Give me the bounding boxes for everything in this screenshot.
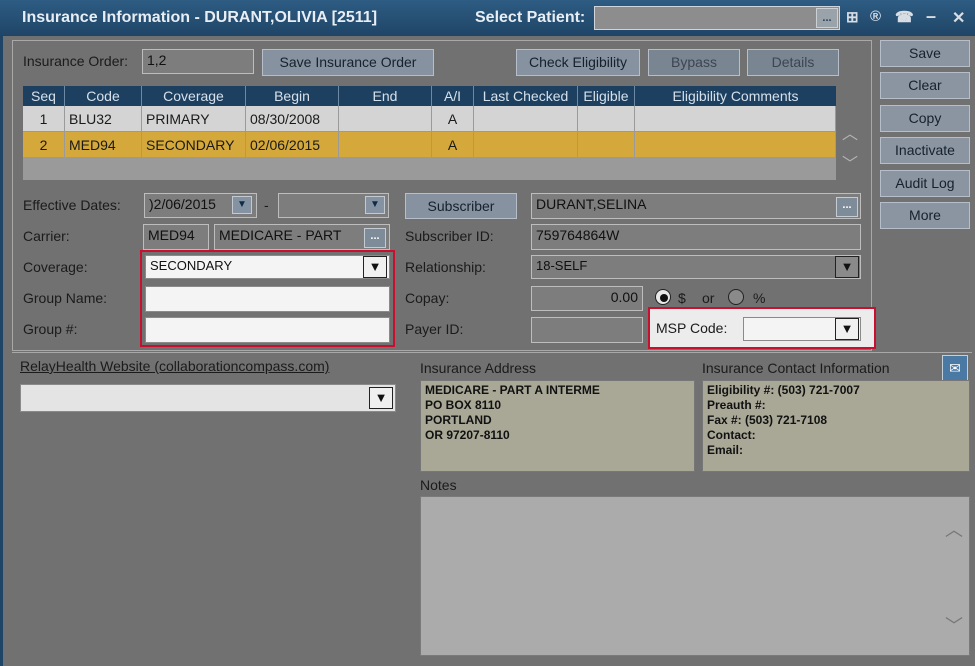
grid-empty-area bbox=[23, 158, 836, 180]
column-eligible[interactable]: Eligible bbox=[578, 86, 635, 106]
select-patient-label: Select Patient: bbox=[475, 9, 586, 26]
bypass-button[interactable]: Bypass bbox=[648, 49, 740, 76]
save-button[interactable]: Save bbox=[880, 40, 970, 67]
row-coverage: PRIMARY bbox=[142, 106, 246, 132]
column-ai[interactable]: A/I bbox=[432, 86, 474, 106]
insurance-order-label: Insurance Order: bbox=[23, 53, 129, 69]
column-code[interactable]: Code bbox=[65, 86, 142, 106]
row-begin: 02/06/2015 bbox=[246, 132, 339, 158]
chevron-down-icon[interactable]: ﹀ bbox=[945, 612, 963, 638]
inactivate-button[interactable]: Inactivate bbox=[880, 137, 970, 164]
subscriber-button[interactable]: Subscriber bbox=[405, 193, 517, 219]
save-insurance-order-button[interactable]: Save Insurance Order bbox=[262, 49, 434, 76]
row-ai: A bbox=[432, 106, 474, 132]
row-end bbox=[339, 132, 432, 158]
check-eligibility-button[interactable]: Check Eligibility bbox=[516, 49, 640, 76]
copay-label: Copay: bbox=[405, 290, 450, 306]
minimize-icon[interactable]: – bbox=[926, 6, 936, 27]
table-row-selected[interactable]: 2 MED94 SECONDARY 02/06/2015 A bbox=[23, 132, 836, 158]
insurance-contact-label: Insurance Contact Information bbox=[702, 360, 890, 376]
table-row[interactable]: 1 BLU32 PRIMARY 08/30/2008 A bbox=[23, 106, 836, 132]
insurance-contact-box: Eligibility #: (503) 721-7007 Preauth #:… bbox=[702, 380, 970, 472]
column-seq[interactable]: Seq bbox=[23, 86, 65, 106]
copay-percent-label: % bbox=[753, 290, 766, 306]
row-last-checked bbox=[474, 106, 578, 132]
chevron-up-icon[interactable]: ︿ bbox=[842, 120, 858, 144]
chevron-up-icon[interactable]: ︿ bbox=[945, 516, 963, 542]
insurance-address-box: MEDICARE - PART A INTERME PO BOX 8110 PO… bbox=[420, 380, 695, 472]
calculator-icon[interactable]: ⊞ bbox=[846, 8, 859, 26]
row-code: BLU32 bbox=[65, 106, 142, 132]
chevron-down-icon[interactable]: ▼ bbox=[835, 256, 859, 278]
subscriber-id-label: Subscriber ID: bbox=[405, 228, 494, 244]
row-code: MED94 bbox=[65, 132, 142, 158]
highlight-box-coverage bbox=[140, 250, 395, 347]
effective-dates-label: Effective Dates: bbox=[23, 197, 121, 213]
copay-or-label: or bbox=[702, 290, 715, 306]
chevron-down-icon[interactable]: ﹀ bbox=[842, 150, 858, 174]
website-select[interactable] bbox=[20, 384, 396, 412]
row-comments bbox=[635, 106, 836, 132]
calendar-dropdown-icon[interactable]: ▼ bbox=[365, 196, 385, 214]
relayhealth-website-link[interactable]: RelayHealth Website (collaborationcompas… bbox=[20, 358, 329, 374]
row-eligible bbox=[578, 106, 635, 132]
copay-dollar-label: $ bbox=[678, 290, 686, 306]
clear-button[interactable]: Clear bbox=[880, 72, 970, 99]
registered-icon[interactable]: ® bbox=[870, 8, 881, 25]
column-coverage[interactable]: Coverage bbox=[142, 86, 246, 106]
more-button[interactable]: More bbox=[880, 202, 970, 229]
group-number-label: Group #: bbox=[23, 321, 78, 337]
calendar-dropdown-icon[interactable]: ▼ bbox=[232, 196, 252, 214]
insurance-order-input[interactable]: 1,2 bbox=[142, 49, 254, 74]
patient-lookup-button[interactable]: ... bbox=[816, 8, 838, 28]
relationship-select[interactable]: 18-SELF bbox=[531, 255, 861, 279]
copy-button[interactable]: Copy bbox=[880, 105, 970, 132]
subscriber-name-input[interactable]: DURANT,SELINA bbox=[531, 193, 861, 219]
insurance-address-label: Insurance Address bbox=[420, 360, 536, 376]
chevron-down-icon[interactable]: ▼ bbox=[369, 387, 393, 409]
carrier-code-input[interactable]: MED94 bbox=[143, 224, 209, 250]
notes-label: Notes bbox=[420, 477, 457, 493]
row-seq: 1 bbox=[23, 106, 65, 132]
row-end bbox=[339, 106, 432, 132]
carrier-lookup-button[interactable]: ... bbox=[364, 228, 386, 248]
group-name-label: Group Name: bbox=[23, 290, 108, 306]
chevron-down-icon[interactable]: ▼ bbox=[835, 318, 859, 340]
msp-code-label: MSP Code: bbox=[656, 320, 728, 336]
coverage-label: Coverage: bbox=[23, 259, 88, 275]
copay-dollar-radio[interactable] bbox=[655, 289, 671, 305]
divider bbox=[12, 352, 972, 353]
row-begin: 08/30/2008 bbox=[246, 106, 339, 132]
select-patient-input[interactable] bbox=[594, 6, 840, 30]
row-eligible bbox=[578, 132, 635, 158]
phone-icon[interactable]: ☎ bbox=[895, 8, 914, 26]
date-dash: - bbox=[264, 197, 269, 213]
payer-id-input[interactable] bbox=[531, 317, 643, 343]
notes-textarea[interactable] bbox=[420, 496, 970, 656]
row-comments bbox=[635, 132, 836, 158]
row-coverage: SECONDARY bbox=[142, 132, 246, 158]
copay-input[interactable]: 0.00 bbox=[531, 286, 643, 311]
payer-id-label: Payer ID: bbox=[405, 321, 464, 337]
radio-dot bbox=[660, 294, 668, 302]
close-icon[interactable]: ✕ bbox=[952, 8, 965, 28]
column-end[interactable]: End bbox=[339, 86, 432, 106]
column-last-checked[interactable]: Last Checked bbox=[474, 86, 578, 106]
subscriber-id-input[interactable]: 759764864W bbox=[531, 224, 861, 250]
coverage-grid-header: Seq Code Coverage Begin End A/I Last Che… bbox=[23, 86, 836, 106]
audit-log-button[interactable]: Audit Log bbox=[880, 170, 970, 197]
details-button[interactable]: Details bbox=[747, 49, 839, 76]
subscriber-lookup-button[interactable]: ... bbox=[836, 197, 858, 217]
row-ai: A bbox=[432, 132, 474, 158]
row-seq: 2 bbox=[23, 132, 65, 158]
copay-percent-radio[interactable] bbox=[728, 289, 744, 305]
carrier-label: Carrier: bbox=[23, 228, 70, 244]
column-begin[interactable]: Begin bbox=[246, 86, 339, 106]
relationship-label: Relationship: bbox=[405, 259, 486, 275]
email-icon[interactable]: ✉ bbox=[942, 355, 968, 381]
window-title: Insurance Information - DURANT,OLIVIA [2… bbox=[22, 9, 378, 26]
title-bar: Insurance Information - DURANT,OLIVIA [2… bbox=[0, 0, 975, 36]
column-eligibility-comments[interactable]: Eligibility Comments bbox=[635, 86, 836, 106]
row-last-checked bbox=[474, 132, 578, 158]
